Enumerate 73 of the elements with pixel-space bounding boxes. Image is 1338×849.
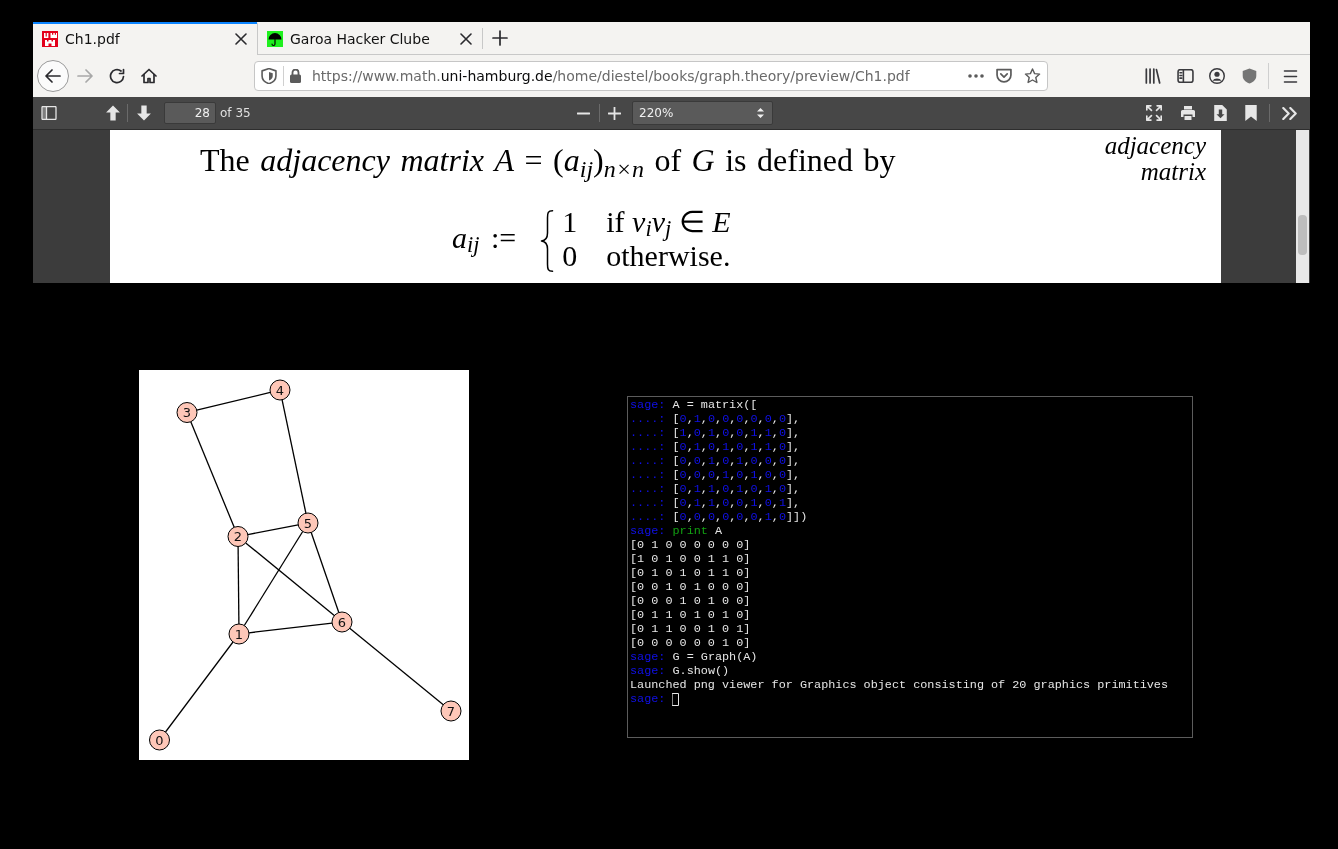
graph-node: 1 [228,623,250,645]
graph-node: 7 [440,700,462,722]
address-field[interactable]: https://www.math.uni-hamburg.de/home/diestel/books/graph.theory/preview/Ch1.pdf [254,61,1048,91]
graph-node: 6 [331,611,353,633]
graph-node: 0 [149,729,170,751]
umbrella-icon [267,31,283,47]
terminal-line: Launched png viewer for Graphics object consisting of 20 graphics primitives [630,678,1169,692]
terminal-line: ....: [0,0,0,1,0,1,0,0], [630,468,801,482]
up-down-caret-icon [757,108,764,118]
terminal-line: sage: G.show() [630,664,730,678]
shield-icon[interactable] [1241,68,1257,84]
graph-node: 2 [227,526,249,547]
url-text: https://www.math.uni-hamburg.de/home/diestel/books/graph.theory/preview/Ch1.pdf [312,66,910,86]
back-arrow-icon [45,69,61,83]
case-condition: otherwise. [606,241,731,274]
terminal-line: [0 1 0 1 0 1 1 0] [630,566,751,580]
terminal-line: [0 1 0 0 0 0 0 0] [630,538,751,552]
terminal-line: [0 0 0 1 0 1 0 0] [630,594,751,608]
fullscreen-icon[interactable] [1146,105,1162,121]
terminal-line: ....: [1,0,1,0,0,1,1,0], [630,426,801,440]
terminal-line: sage: G = Graph(A) [630,650,758,664]
down-arrow-icon[interactable] [136,105,152,121]
terminal-line: ....: [0,1,0,0,0,0,0,0], [630,412,801,426]
terminal-line: [0 1 1 0 1 0 1 0] [630,608,751,622]
logo-icon [42,31,58,47]
curly-brace-icon [540,210,555,272]
page-number-field[interactable]: 28 [164,102,216,124]
library-icon[interactable] [1145,68,1161,84]
pocket-icon[interactable] [996,68,1012,84]
case-value: 0 [562,241,578,274]
graph-node: 3 [176,402,198,423]
case-condition: if v$_{i}$v$_{j}$ ∈ E [606,207,731,241]
scrollbar-thumb[interactable] [1298,215,1307,255]
sidebar-toggle-icon[interactable] [41,106,57,120]
terminal-line: ....: [0,0,0,0,0,0,1,0]]) [630,510,808,524]
scrollbar[interactable] [1296,130,1309,283]
terminal-line: ....: [0,1,1,0,0,1,0,1], [630,496,801,510]
terminal-line: [0 0 0 0 0 0 1 0] [630,636,751,650]
graph-node: 5 [297,512,319,534]
account-icon[interactable] [1209,68,1225,84]
page-count-text: of 35 [220,105,251,122]
up-arrow-icon[interactable] [105,105,121,121]
more-icon[interactable] [968,74,984,78]
home-icon[interactable] [141,68,157,84]
bookmark-icon[interactable] [1245,105,1257,121]
terminal-line: sage: print A [630,524,723,538]
close-icon[interactable] [460,33,472,45]
case-value: 1 [562,207,578,240]
zoom-select[interactable]: 220% [632,101,773,125]
terminal-line: [0 1 1 0 0 1 0 1] [630,622,751,636]
sidebar-icon[interactable] [1176,69,1194,83]
graph-node: 4 [269,379,291,401]
terminal-line: ....: [0,0,1,0,1,0,0,0], [630,454,801,468]
terminal-line: sage: A = matrix([ [630,398,758,412]
print-icon[interactable] [1180,106,1196,120]
terminal-line: [1 0 1 0 0 1 1 0] [630,552,751,566]
terminal-line: ....: [0,1,1,0,1,0,1,0], [630,482,801,496]
minus-icon[interactable] [577,111,590,115]
reload-icon[interactable] [109,68,125,84]
back-button[interactable] [37,60,69,92]
star-icon[interactable] [1024,68,1041,84]
equation-left-side: a$_{ij}$ := [452,223,517,259]
menu-icon[interactable] [1282,69,1298,83]
lock-icon [289,69,302,83]
double-chevron-icon[interactable] [1282,106,1297,120]
shield-icon[interactable] [261,68,277,84]
close-icon[interactable] [235,33,247,45]
terminal-line: sage: [630,692,666,706]
download-icon[interactable] [1214,105,1227,121]
plus-icon[interactable] [492,30,508,46]
margin-note: adjacency matrix [1104,133,1206,185]
terminal-line: ....: [0,1,0,1,0,1,1,0], [630,440,801,454]
terminal-line: [0 0 1 0 1 0 0 0] [630,580,751,594]
